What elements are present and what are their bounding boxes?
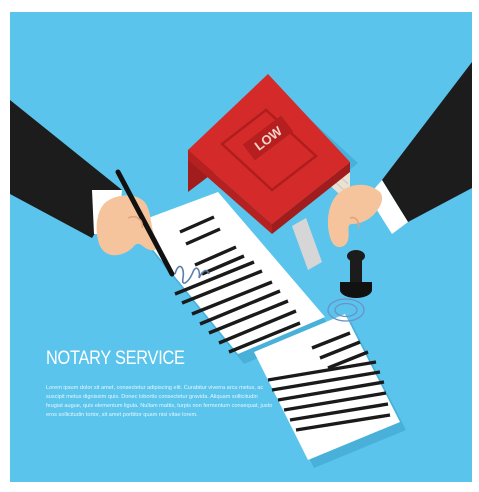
body-text: Lorem ipsum dolor sit amet, consectetur …	[46, 385, 273, 418]
notary-illustration: LOW NOTARY SERVICE Lorem ipsum dolor sit…	[0, 0, 479, 492]
page-title: NOTARY SERVICE	[46, 348, 185, 369]
